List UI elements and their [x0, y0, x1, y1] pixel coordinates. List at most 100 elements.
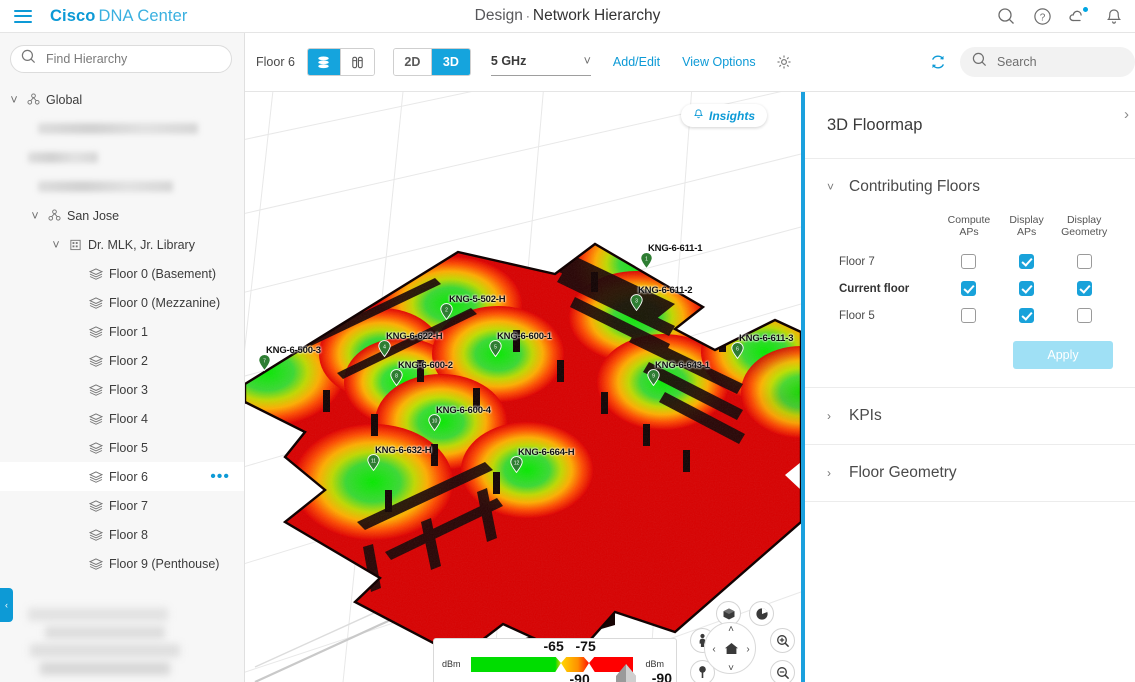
breadcrumb-parent: Design: [474, 7, 523, 24]
svg-text:9: 9: [652, 373, 655, 379]
add-edit-link[interactable]: Add/Edit: [613, 55, 660, 69]
display-geometry-checkbox[interactable]: [1076, 308, 1092, 323]
display-aps-checkbox[interactable]: [1019, 308, 1035, 323]
tab-2d[interactable]: 2D: [393, 49, 432, 75]
ap-marker-pin[interactable]: 5: [489, 340, 502, 358]
sidebar-item-floor-8[interactable]: Floor 8: [0, 520, 244, 549]
display-geometry-checkbox[interactable]: [1076, 254, 1092, 269]
ap-marker-pin[interactable]: 6: [731, 342, 744, 360]
sidebar-item-floor-0-mezzanine[interactable]: Floor 0 (Mezzanine): [0, 288, 244, 317]
map-search-box[interactable]: [960, 47, 1135, 77]
refresh-icon[interactable]: [929, 53, 947, 71]
ap-label[interactable]: KNG-6-500-3: [266, 345, 321, 356]
hamburger-icon[interactable]: [14, 9, 32, 23]
sidebar-item-floor-7[interactable]: Floor 7: [0, 491, 244, 520]
pan-up-button[interactable]: ˄: [724, 622, 738, 636]
svg-text:3: 3: [635, 298, 638, 304]
map-search-input[interactable]: [995, 54, 1123, 70]
sidebar-item-floor-0-basement[interactable]: Floor 0 (Basement): [0, 259, 244, 288]
ap-label[interactable]: KNG-6-622-H: [386, 331, 443, 342]
help-icon[interactable]: ?: [1031, 5, 1053, 27]
ap-label[interactable]: KNG-6-600-4: [436, 405, 491, 416]
find-hierarchy-box[interactable]: [10, 45, 232, 73]
ap-label[interactable]: KNG-6-600-1: [497, 331, 552, 342]
ap-label[interactable]: KNG-6-600-2: [398, 360, 453, 371]
compute-aps-checkbox[interactable]: [961, 254, 977, 269]
ap-marker-pin[interactable]: 7: [258, 354, 271, 372]
sidebar-item-san-jose[interactable]: ˅ San Jose: [0, 201, 244, 230]
search-icon[interactable]: [995, 5, 1017, 27]
ap-label[interactable]: KNG-5-502-H: [449, 294, 506, 305]
ap-label[interactable]: KNG-6-611-3: [739, 333, 793, 344]
legend-unit-left: dBm: [442, 659, 461, 669]
gear-icon[interactable]: [776, 54, 792, 70]
pan-right-button[interactable]: ›: [741, 642, 755, 656]
contributing-floors-header[interactable]: ˅ Contributing Floors: [827, 159, 1113, 215]
tree-item-redacted[interactable]: [0, 172, 244, 201]
chevron-down-icon[interactable]: ˅: [8, 93, 20, 107]
tree-item-redacted[interactable]: [0, 114, 244, 143]
chevron-down-icon[interactable]: ˅: [50, 238, 62, 252]
pie-icon[interactable]: [749, 601, 774, 626]
brand-logo[interactable]: Cisco DNA Center: [50, 7, 187, 26]
kpis-header[interactable]: › KPIs: [827, 388, 1113, 444]
ap-marker-pin[interactable]: 11: [367, 454, 380, 472]
sidebar-item-floor-4[interactable]: Floor 4: [0, 404, 244, 433]
cloud-icon[interactable]: [1067, 5, 1089, 27]
zoom-out-icon[interactable]: [770, 660, 795, 682]
panel-title: 3D Floormap: [827, 115, 923, 134]
display-aps-checkbox[interactable]: [1019, 254, 1035, 269]
frequency-band-select[interactable]: 5 GHz ˅: [490, 49, 591, 76]
search-input[interactable]: [44, 51, 221, 67]
sidebar-item-floor-2[interactable]: Floor 2: [0, 346, 244, 375]
ap-label[interactable]: KNG-6-632-H: [375, 445, 432, 456]
svg-text:10: 10: [432, 418, 438, 424]
pan-down-button[interactable]: ˅: [724, 661, 738, 675]
insights-badge[interactable]: Insights: [681, 104, 768, 127]
ap-marker-pin[interactable]: 10: [428, 414, 441, 432]
ap-marker-pin[interactable]: 3: [630, 294, 643, 312]
apply-button[interactable]: Apply: [1013, 341, 1113, 369]
pan-navigation-pad[interactable]: ˄ ˅ ‹ ›: [704, 622, 756, 674]
ap-marker-pin[interactable]: 12: [510, 456, 523, 474]
display-aps-checkbox[interactable]: [1019, 281, 1035, 296]
ap-label[interactable]: KNG-6-664-H: [518, 447, 575, 458]
sidebar-collapse-handle[interactable]: ‹: [0, 588, 13, 622]
ap-marker-pin[interactable]: 8: [390, 369, 403, 387]
sidebar-item-floor-6[interactable]: Floor 6 •••: [0, 462, 244, 491]
svg-text:12: 12: [514, 460, 520, 466]
pan-left-button[interactable]: ‹: [707, 642, 721, 656]
side-by-side-icon[interactable]: [340, 49, 374, 75]
zoom-in-icon[interactable]: [770, 628, 795, 653]
layers-icon[interactable]: [307, 49, 341, 75]
home-icon[interactable]: [723, 640, 739, 656]
ap-marker-pin[interactable]: 9: [647, 369, 660, 387]
sidebar-item-label: Floor 7: [109, 498, 148, 513]
compute-aps-checkbox[interactable]: [961, 308, 977, 323]
tree-item-redacted[interactable]: [0, 143, 244, 172]
compute-aps-checkbox[interactable]: [961, 281, 977, 296]
tab-3d[interactable]: 3D: [431, 49, 470, 75]
row-actions-menu-icon[interactable]: •••: [210, 468, 230, 484]
view-options-link[interactable]: View Options: [682, 55, 755, 69]
sidebar-item-global[interactable]: ˅ Global: [0, 85, 244, 114]
ap-label[interactable]: KNG-6-611-1: [648, 243, 702, 254]
chevron-down-icon[interactable]: ˅: [29, 209, 41, 223]
floormap-canvas[interactable]: Insights 1 KNG-6-611-1 2 KNG-5-502-H 3 KNG-6-…: [245, 92, 801, 682]
ap-marker-pin[interactable]: 2: [440, 303, 453, 321]
sidebar-item-floor-5[interactable]: Floor 5: [0, 433, 244, 462]
ap-marker-pin[interactable]: 4: [378, 340, 391, 358]
sidebar-item-dr-mlk-jr-library[interactable]: ˅ Dr. MLK, Jr. Library: [0, 230, 244, 259]
bell-icon[interactable]: [1103, 5, 1125, 27]
sidebar-item-label: Floor 2: [109, 353, 148, 368]
close-icon[interactable]: ›: [1124, 106, 1129, 123]
ap-label[interactable]: KNG-6-611-2: [638, 285, 692, 296]
sidebar-item-floor-1[interactable]: Floor 1: [0, 317, 244, 346]
ap-marker-pin[interactable]: 1: [640, 252, 653, 270]
ap-label[interactable]: KNG-6-643-1: [655, 360, 710, 371]
display-geometry-checkbox[interactable]: [1076, 281, 1092, 296]
sidebar-item-floor-3[interactable]: Floor 3: [0, 375, 244, 404]
sidebar-item-label: Floor 3: [109, 382, 148, 397]
sidebar-item-floor-9-penthouse[interactable]: Floor 9 (Penthouse): [0, 549, 244, 578]
floor-geometry-header[interactable]: › Floor Geometry: [827, 445, 1113, 501]
